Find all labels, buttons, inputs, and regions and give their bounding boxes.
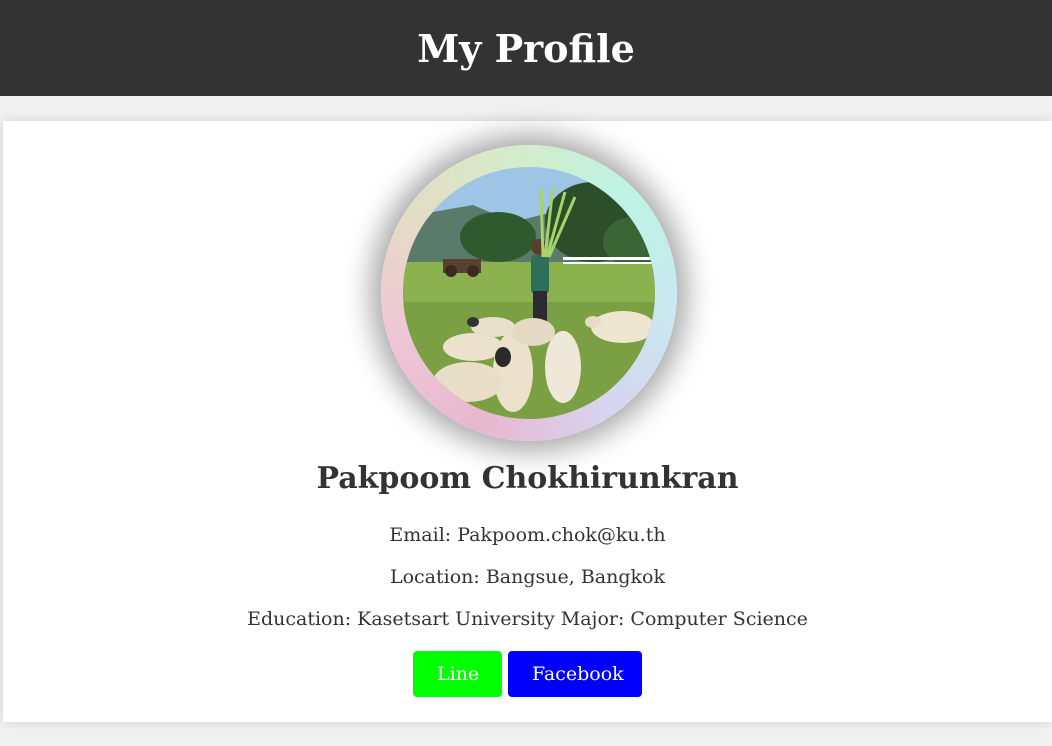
social-buttons: Line Facebook (3, 651, 1052, 697)
facebook-button[interactable]: Facebook (508, 651, 642, 697)
profile-name: Pakpoom Chokhirunkran (316, 461, 739, 496)
avatar (403, 167, 655, 419)
profile-education: Education: Kasetsart University Major: C… (247, 608, 808, 630)
page-title: My Profile (417, 25, 635, 71)
profile-location: Location: Bangsue, Bangkok (389, 566, 665, 588)
avatar-photo (403, 167, 655, 419)
profile-email: Email: Pakpoom.chok@ku.th (389, 524, 666, 546)
page-header: My Profile (0, 0, 1052, 96)
profile-card: Pakpoom Chokhirunkran Email: Pakpoom.cho… (3, 121, 1052, 722)
avatar-ring (381, 145, 677, 441)
line-button[interactable]: Line (413, 651, 502, 697)
